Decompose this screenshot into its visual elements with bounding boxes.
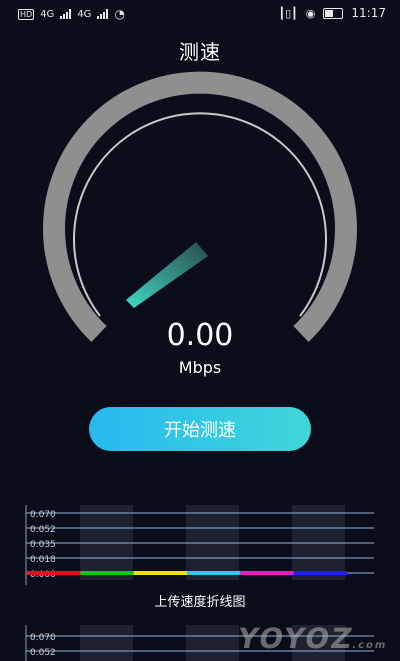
upload-series-segment bbox=[293, 571, 347, 575]
download-chart-tick-label: 0.070 bbox=[30, 633, 56, 643]
download-chart-column bbox=[186, 625, 239, 661]
watermark-logo: YOYOZ.com bbox=[234, 622, 388, 655]
upload-chart-tick-label: 0.035 bbox=[30, 540, 56, 550]
upload-series-segment bbox=[187, 571, 241, 575]
upload-chart-tick-label: 0.018 bbox=[30, 555, 56, 565]
upload-chart: 0.0700.0520.0350.0180.000 0.0700.052 bbox=[25, 505, 374, 661]
upload-series-segment bbox=[133, 571, 187, 575]
upload-series-segment bbox=[80, 571, 134, 575]
download-chart-column bbox=[80, 625, 133, 661]
upload-chart-tick-label: 0.052 bbox=[30, 525, 56, 535]
upload-chart-tick-label: 0.070 bbox=[30, 510, 56, 520]
upload-series-segment bbox=[240, 571, 294, 575]
upload-chart-caption: 上传速度折线图 bbox=[154, 595, 246, 610]
upload-series-segment bbox=[27, 571, 81, 575]
download-chart-tick-label: 0.052 bbox=[30, 648, 56, 658]
